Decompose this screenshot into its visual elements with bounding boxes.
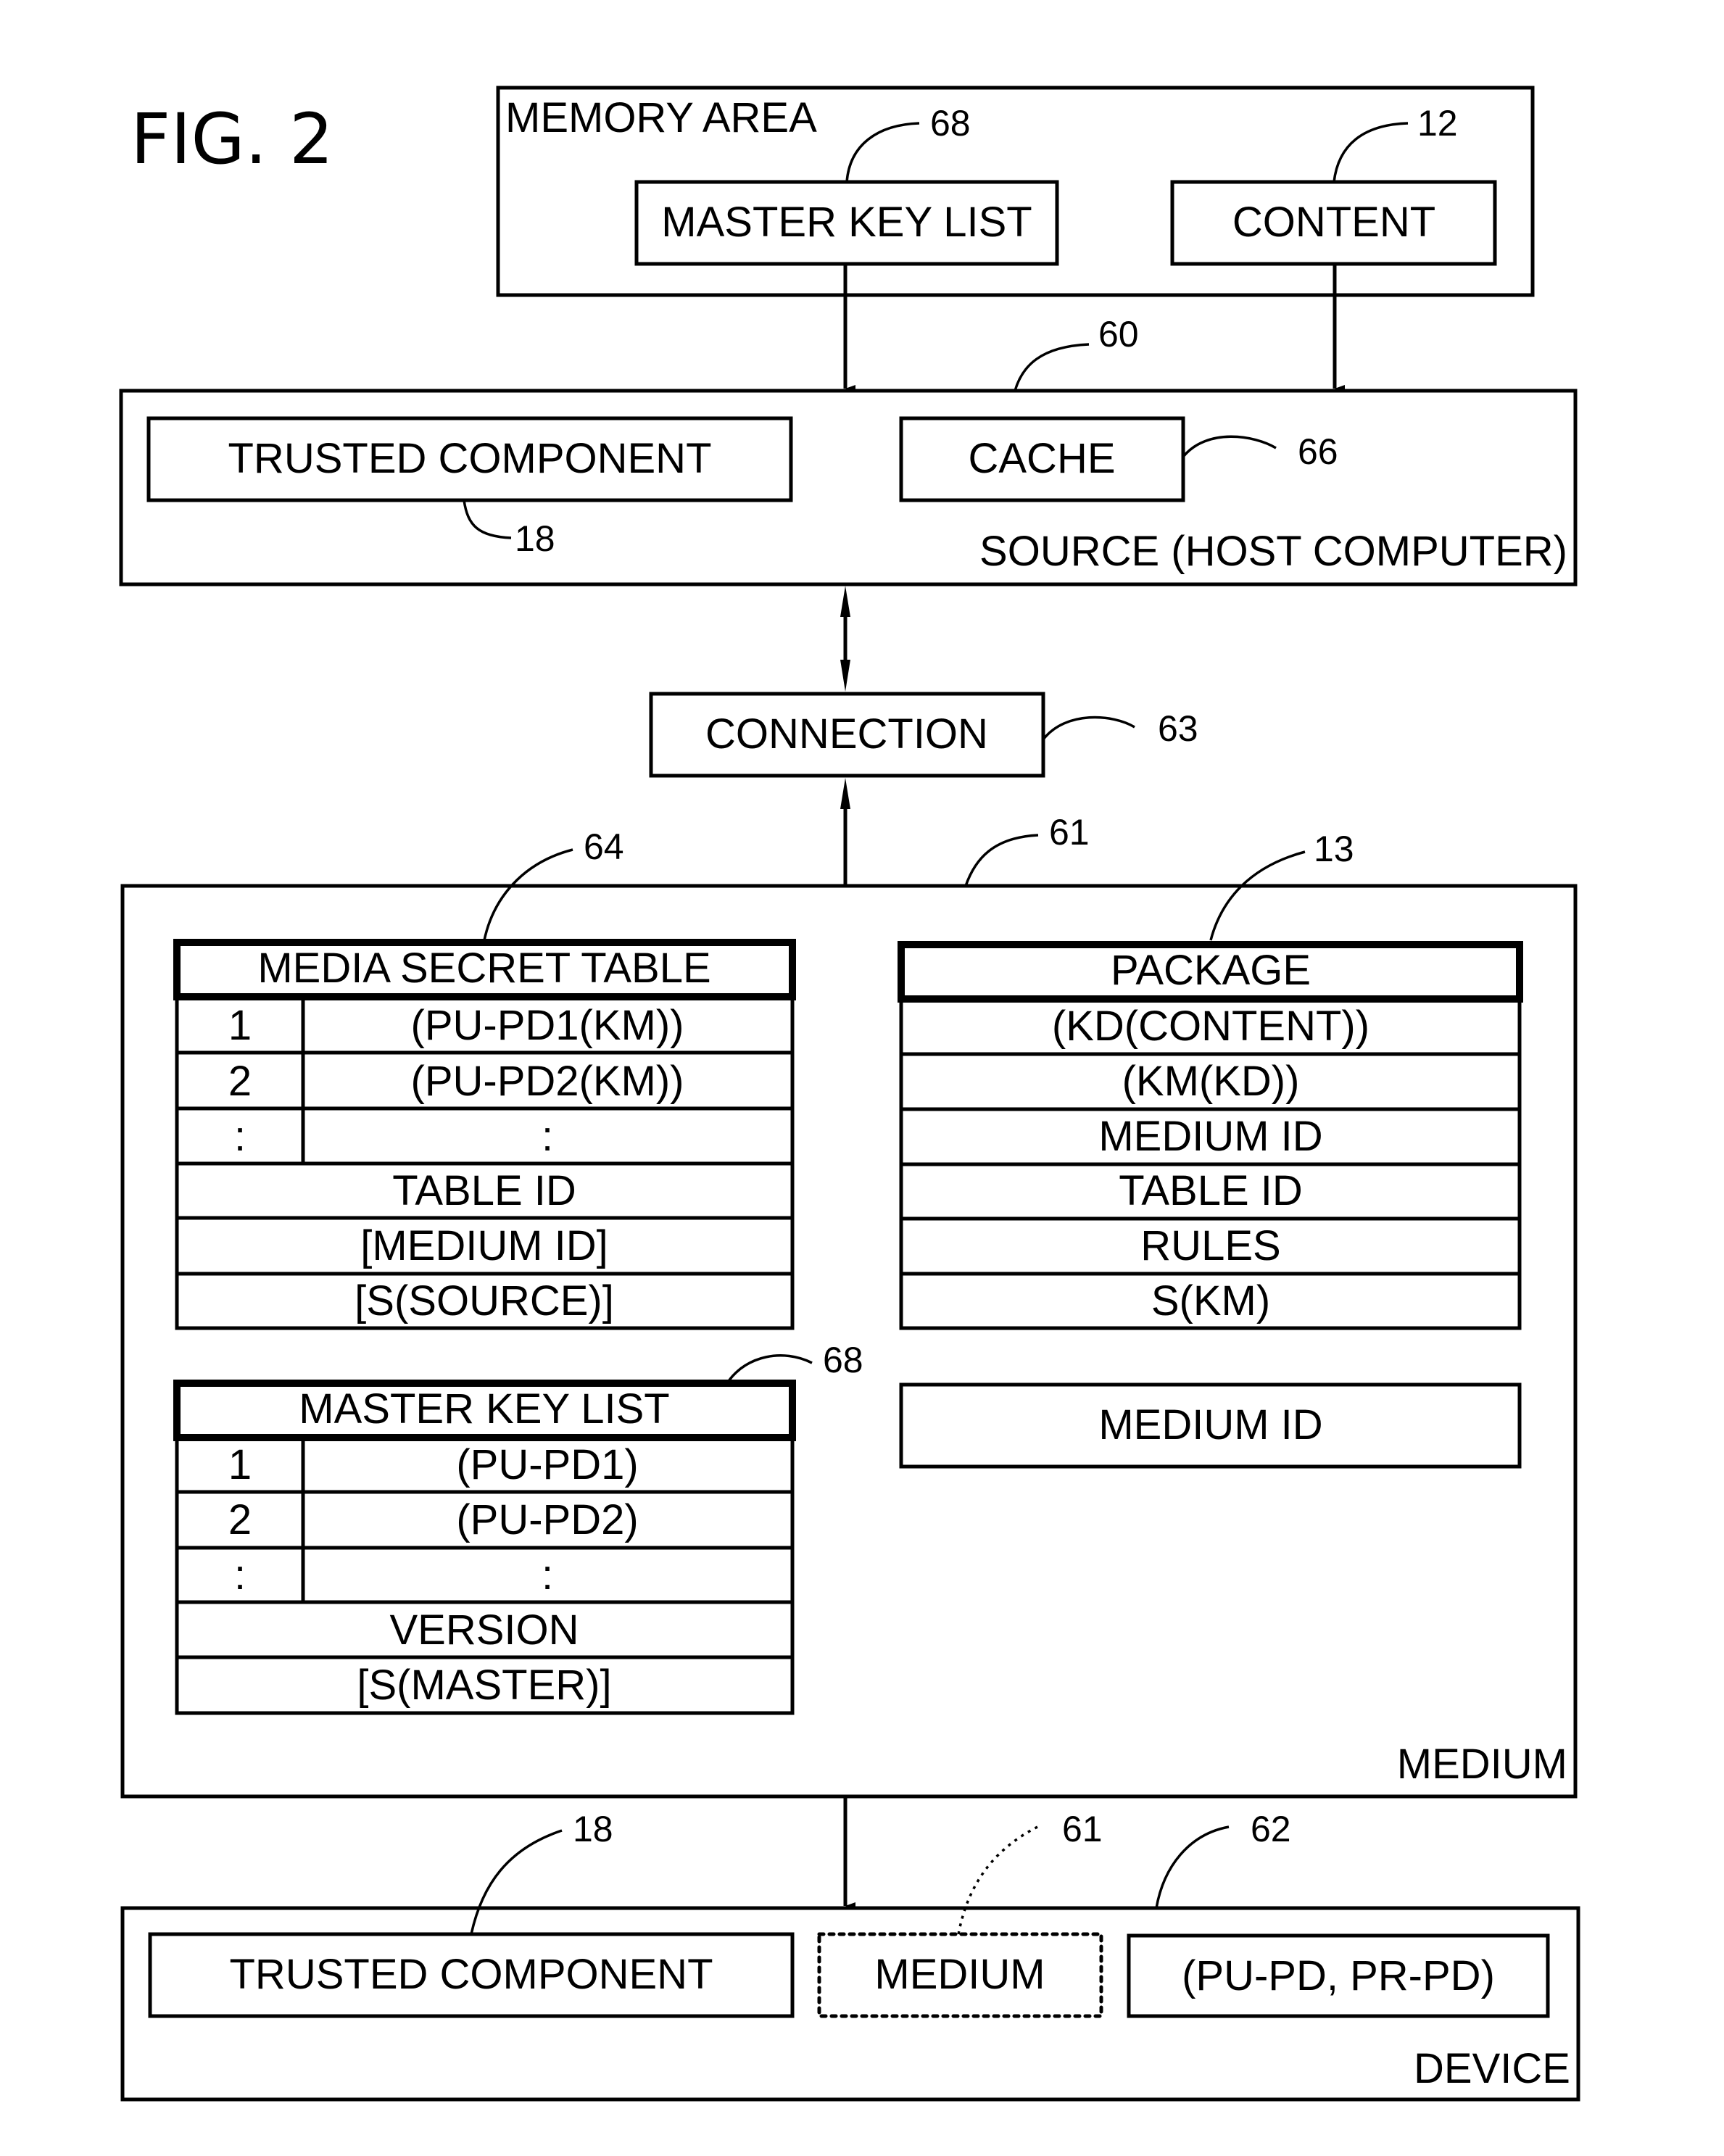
- ref-numeral: 64: [584, 826, 624, 867]
- package-row: MEDIUM ID: [1098, 1113, 1322, 1160]
- leader-line: [1014, 343, 1090, 391]
- ref-numeral: 13: [1314, 829, 1354, 869]
- arrowhead-down: [840, 660, 850, 692]
- medium-id-row: [MEDIUM ID]: [360, 1222, 608, 1269]
- package-title: PACKAGE: [1111, 947, 1311, 994]
- row-index: 1: [228, 1441, 252, 1488]
- medium-label: MEDIUM: [1397, 1741, 1567, 1788]
- ref-numeral: 60: [1098, 314, 1139, 355]
- row-index: 1: [228, 1002, 252, 1049]
- row-value: (PU-PD1(KM)): [411, 1002, 684, 1049]
- ref-numeral: 61: [1062, 1809, 1103, 1849]
- figure-title: FIG. 2: [130, 99, 333, 180]
- memory-area: MEMORY AREA MASTER KEY LIST 68 CONTENT 1…: [496, 86, 1535, 297]
- signature-source-row: [S(SOURCE)]: [355, 1277, 614, 1324]
- version-row: VERSION: [389, 1606, 579, 1654]
- medium-label: MEDIUM: [874, 1951, 1045, 1998]
- keys-label: (PU-PD, PR-PD): [1182, 1952, 1495, 1999]
- ref-numeral: 18: [515, 518, 555, 559]
- leader-line: [1155, 1825, 1230, 1909]
- arrowhead-up: [840, 586, 850, 617]
- table-id-row: TABLE ID: [392, 1167, 576, 1214]
- package-row: S(KM): [1151, 1277, 1270, 1324]
- fig-2-diagram: FIG. 2 MEMORY AREA MASTER KEY LIST 68 CO…: [119, 86, 1580, 2102]
- arrowhead-up: [840, 778, 850, 809]
- source-label: SOURCE (HOST COMPUTER): [979, 528, 1567, 575]
- ref-numeral: 63: [1158, 708, 1198, 749]
- ref-numeral: 68: [930, 103, 971, 144]
- leader-line: [1042, 716, 1135, 741]
- row-value: (PU-PD2): [456, 1496, 638, 1543]
- row-value: (PU-PD2(KM)): [411, 1058, 684, 1105]
- ref-numeral: 68: [823, 1340, 863, 1380]
- table-title: MASTER KEY LIST: [299, 1385, 669, 1433]
- trusted-component-label: TRUSTED COMPONENT: [228, 435, 712, 482]
- ref-numeral: 12: [1417, 103, 1458, 144]
- memory-master-key-list-label: MASTER KEY LIST: [661, 199, 1032, 246]
- medium-id-label: MEDIUM ID: [1098, 1401, 1322, 1448]
- leader-line: [964, 834, 1039, 887]
- device-label: DEVICE: [1414, 2045, 1570, 2092]
- row-value: :: [542, 1551, 553, 1599]
- package-row: (KD(CONTENT)): [1052, 1003, 1369, 1050]
- medium: 61 MEDIUM 64 MEDIA SECRET TABLE 1 (PU-PD…: [120, 812, 1578, 1799]
- connection: CONNECTION 63: [649, 692, 1198, 778]
- source-host-computer: 60 SOURCE (HOST COMPUTER) TRUSTED COMPON…: [119, 314, 1578, 586]
- package-row: (KM(KD)): [1122, 1058, 1300, 1105]
- medium-id: MEDIUM ID: [899, 1382, 1522, 1469]
- row-value: (PU-PD1): [456, 1441, 638, 1488]
- device: DEVICE TRUSTED COMPONENT 18 MEDIUM 61 (P…: [120, 1809, 1580, 2102]
- ref-numeral: 66: [1298, 431, 1338, 472]
- signature-master-row: [S(MASTER)]: [357, 1662, 611, 1709]
- package-row: TABLE ID: [1119, 1167, 1303, 1214]
- table-title: MEDIA SECRET TABLE: [257, 945, 710, 992]
- content-label: CONTENT: [1232, 199, 1435, 246]
- cache-label: CACHE: [968, 435, 1115, 482]
- row-index: 2: [228, 1058, 252, 1105]
- ref-numeral: 61: [1049, 812, 1090, 853]
- memory-area-label: MEMORY AREA: [505, 94, 817, 141]
- row-value: :: [542, 1113, 553, 1160]
- medium-master-key-list: 68 MASTER KEY LIST 1 (PU-PD1) 2 (PU-PD2)…: [173, 1340, 863, 1715]
- package-row: RULES: [1140, 1222, 1280, 1269]
- row-index: :: [234, 1551, 246, 1599]
- ref-numeral: 62: [1251, 1809, 1291, 1849]
- row-index: :: [234, 1113, 246, 1160]
- ref-numeral: 18: [573, 1809, 613, 1849]
- row-index: 2: [228, 1496, 252, 1543]
- trusted-component-label: TRUSTED COMPONENT: [230, 1951, 713, 1998]
- connection-label: CONNECTION: [705, 710, 988, 758]
